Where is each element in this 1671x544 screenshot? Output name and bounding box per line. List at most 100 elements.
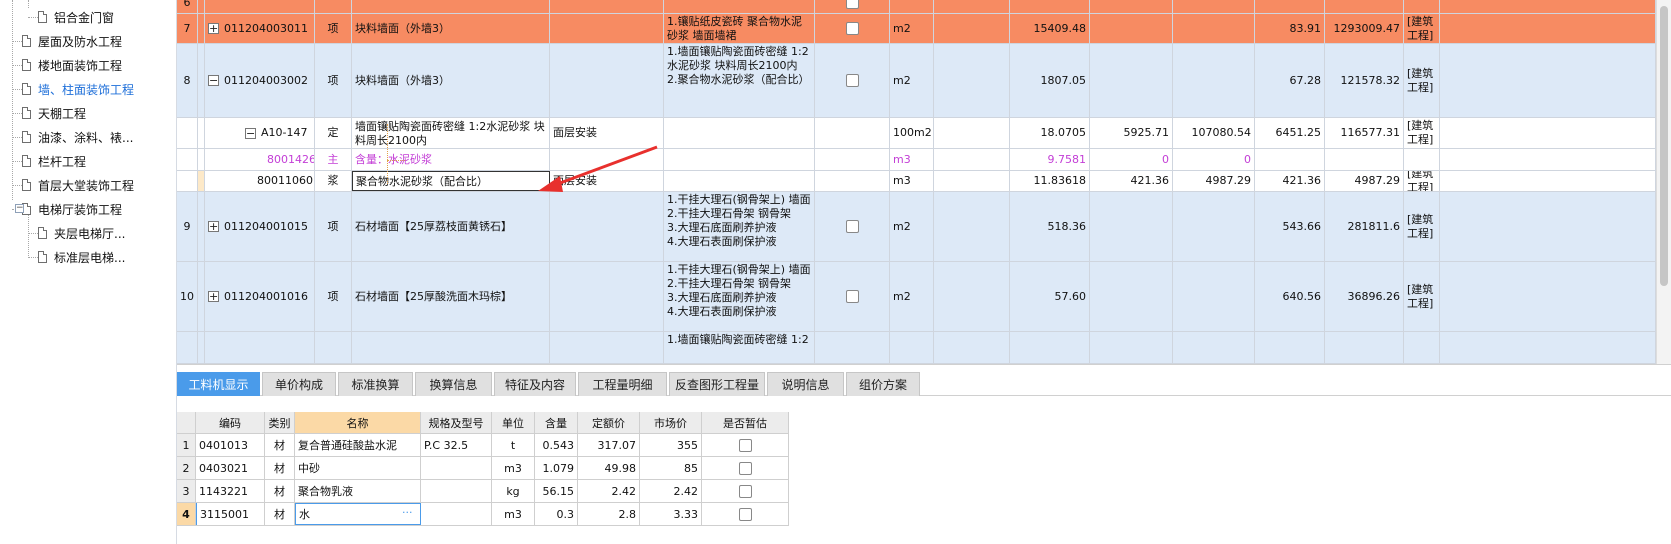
grid-cell bbox=[1440, 171, 1656, 191]
grid-cell: 定 bbox=[315, 118, 352, 148]
grid-row[interactable]: 9 +011204001015 项石材墙面【25厚荔枝面黄锈石】 1.干挂大理石(钢骨… bbox=[177, 192, 1656, 262]
resource-cell: 0401013 bbox=[196, 434, 265, 456]
grid-cell bbox=[1173, 44, 1255, 117]
grid-cell: 107080.54 bbox=[1173, 118, 1255, 148]
resource-row[interactable]: 3 1143221 材聚合物乳液 kg 56.15 2.42 2.42 bbox=[177, 480, 789, 503]
tree-item[interactable]: 栏杆工程 bbox=[22, 150, 86, 172]
grid-tree-line bbox=[387, 160, 405, 161]
tab-7[interactable]: 反查图形工程量 bbox=[669, 372, 765, 396]
column-header[interactable]: 单位 bbox=[492, 412, 535, 433]
collapse-icon[interactable]: − bbox=[245, 127, 256, 139]
grid-cell: 项 bbox=[315, 192, 352, 261]
tab-5[interactable]: 特征及内容 bbox=[494, 372, 576, 396]
tab-8[interactable]: 说明信息 bbox=[767, 372, 844, 396]
resource-cell: 4 bbox=[177, 503, 196, 525]
resource-cell: 3 bbox=[177, 480, 196, 502]
grid-row[interactable]: 1.墙面镶贴陶瓷面砖密缝 1:2 bbox=[177, 332, 1656, 364]
grid-row[interactable]: 6 bbox=[177, 0, 1656, 14]
tree-item-label: 夹层电梯厅... bbox=[54, 226, 126, 241]
tab-3[interactable]: 标准换算 bbox=[338, 372, 413, 396]
tree-item[interactable]: 天棚工程 bbox=[22, 102, 86, 124]
grid-cell: 281811.6 bbox=[1325, 192, 1404, 261]
checkbox[interactable] bbox=[845, 0, 859, 9]
collapse-icon[interactable]: − bbox=[208, 75, 219, 86]
checkbox[interactable] bbox=[738, 484, 752, 498]
checkbox[interactable] bbox=[845, 220, 859, 233]
tree-item[interactable]: 铝合金门窗 bbox=[38, 6, 114, 28]
tree-guide-line bbox=[12, 0, 13, 200]
column-header[interactable]: 是否暂估 bbox=[702, 412, 789, 433]
grid-cell bbox=[315, 0, 352, 13]
grid-row[interactable]: 10 +011204001016 项石材墙面【25厚酸洗面木玛棕】 1.干挂大理石(钢… bbox=[177, 262, 1656, 332]
tab-2[interactable]: 单价构成 bbox=[262, 372, 336, 396]
column-header[interactable] bbox=[177, 412, 196, 433]
grid-cell: 块料墙面（外墙3） bbox=[352, 44, 550, 117]
tree-item[interactable]: 电梯厅装饰工程 bbox=[22, 198, 122, 220]
grid-cell: −011204003002 bbox=[205, 44, 315, 117]
grid-cell: 4987.29 bbox=[1325, 171, 1404, 191]
grid-row[interactable]: − A10-147 定墙面镶贴陶瓷面砖密缝 1:2水泥砂浆 块料周长2100内 面层安… bbox=[177, 118, 1656, 149]
resource-row[interactable]: 1 0401013 材复合普通硅酸盐水泥 P.C 32.5 t 0.543 317.07 35… bbox=[177, 434, 789, 457]
tree-item[interactable]: 楼地面装饰工程 bbox=[22, 54, 122, 76]
grid-cell: 7 bbox=[177, 14, 198, 43]
column-header[interactable]: 规格及型号 bbox=[421, 412, 492, 433]
more-options-icon[interactable]: ··· bbox=[402, 506, 413, 519]
grid-cell: 项 bbox=[315, 262, 352, 331]
checkbox[interactable] bbox=[845, 290, 859, 303]
tree-item[interactable]: 墙、柱面装饰工程 bbox=[22, 78, 134, 100]
checkbox[interactable] bbox=[845, 22, 859, 35]
column-header[interactable]: 市场价 bbox=[640, 412, 702, 433]
tab-1[interactable]: 工料机显示 bbox=[177, 372, 260, 396]
resource-cell bbox=[421, 503, 492, 525]
grid-cell: m2 bbox=[890, 14, 934, 43]
resource-cell: 中砂 bbox=[295, 457, 421, 479]
checkbox[interactable] bbox=[738, 461, 752, 475]
tab-6[interactable]: 工程量明细 bbox=[578, 372, 667, 396]
column-header[interactable]: 定额价 bbox=[578, 412, 640, 433]
grid-row[interactable]: 7 +011204003011 项块料墙面（外墙3） 1.镶贴纸皮瓷砖 聚合物水泥砂浆… bbox=[177, 14, 1656, 44]
grid-cell: 块料墙面（外墙3） bbox=[352, 14, 550, 43]
column-header[interactable]: 名称 bbox=[295, 412, 421, 433]
expand-icon[interactable]: + bbox=[208, 221, 219, 232]
grid-vertical-scrollbar[interactable] bbox=[1656, 0, 1671, 364]
column-header[interactable]: 类别 bbox=[265, 412, 295, 433]
grid-row[interactable]: 8−011204003002 项块料墙面（外墙3） 1.墙面镶贴陶瓷面砖密缝 1:2… bbox=[177, 44, 1656, 118]
grid-cell bbox=[1325, 0, 1404, 13]
grid-cell bbox=[1440, 44, 1656, 117]
scrollbar-thumb[interactable] bbox=[1660, 6, 1668, 286]
grid-cell bbox=[664, 118, 815, 148]
grid-cell bbox=[934, 149, 1010, 170]
tab-9[interactable]: 组价方案 bbox=[846, 372, 920, 396]
checkbox[interactable] bbox=[738, 438, 752, 452]
checkbox[interactable] bbox=[845, 74, 859, 87]
column-header[interactable]: 编码 bbox=[196, 412, 265, 433]
resource-cell bbox=[421, 480, 492, 502]
grid-cell: m2 bbox=[890, 192, 934, 261]
checkbox[interactable] bbox=[738, 507, 752, 521]
grid-cell: 116577.31 bbox=[1325, 118, 1404, 148]
resource-cell: t bbox=[492, 434, 535, 456]
document-icon bbox=[22, 107, 31, 119]
tree-item[interactable]: 屋面及防水工程 bbox=[22, 30, 122, 52]
grid-cell: 6 bbox=[177, 0, 198, 13]
tree-item[interactable]: 油漆、涂料、裱... bbox=[22, 126, 133, 148]
resource-row[interactable]: 2 0403021 材中砂 m3 1.079 49.98 85 bbox=[177, 457, 789, 480]
resource-row[interactable]: 4 3115001 材水 m3 0.3 2.8 3.33 ··· bbox=[177, 503, 789, 526]
grid-cell: 石材墙面【25厚酸洗面木玛棕】 bbox=[352, 262, 550, 331]
tab-4[interactable]: 换算信息 bbox=[415, 372, 492, 396]
resource-cell: kg bbox=[492, 480, 535, 502]
grid-cell: 浆 bbox=[315, 171, 352, 191]
grid-cell: 聚合物水泥砂浆（配合比） bbox=[352, 171, 550, 191]
grid-cell bbox=[1404, 0, 1440, 13]
column-header[interactable]: 含量 bbox=[535, 412, 578, 433]
grid-cell bbox=[664, 149, 815, 170]
tree-guide-line bbox=[12, 161, 22, 162]
tree-item[interactable]: 夹层电梯厅... bbox=[38, 222, 125, 244]
collapse-toggle-icon[interactable]: − bbox=[15, 204, 24, 213]
tree-item[interactable]: 标准层电梯... bbox=[38, 246, 125, 268]
grid-cell: 9.7581 bbox=[1010, 149, 1090, 170]
expand-icon[interactable]: + bbox=[208, 23, 219, 34]
tree-item[interactable]: 首层大堂装饰工程 bbox=[22, 174, 134, 196]
expand-icon[interactable]: + bbox=[208, 291, 219, 302]
resource-grid-header: 编码 类别 名称 规格及型号 单位 含量 定额价 市场价 是否暂估 bbox=[177, 412, 789, 434]
